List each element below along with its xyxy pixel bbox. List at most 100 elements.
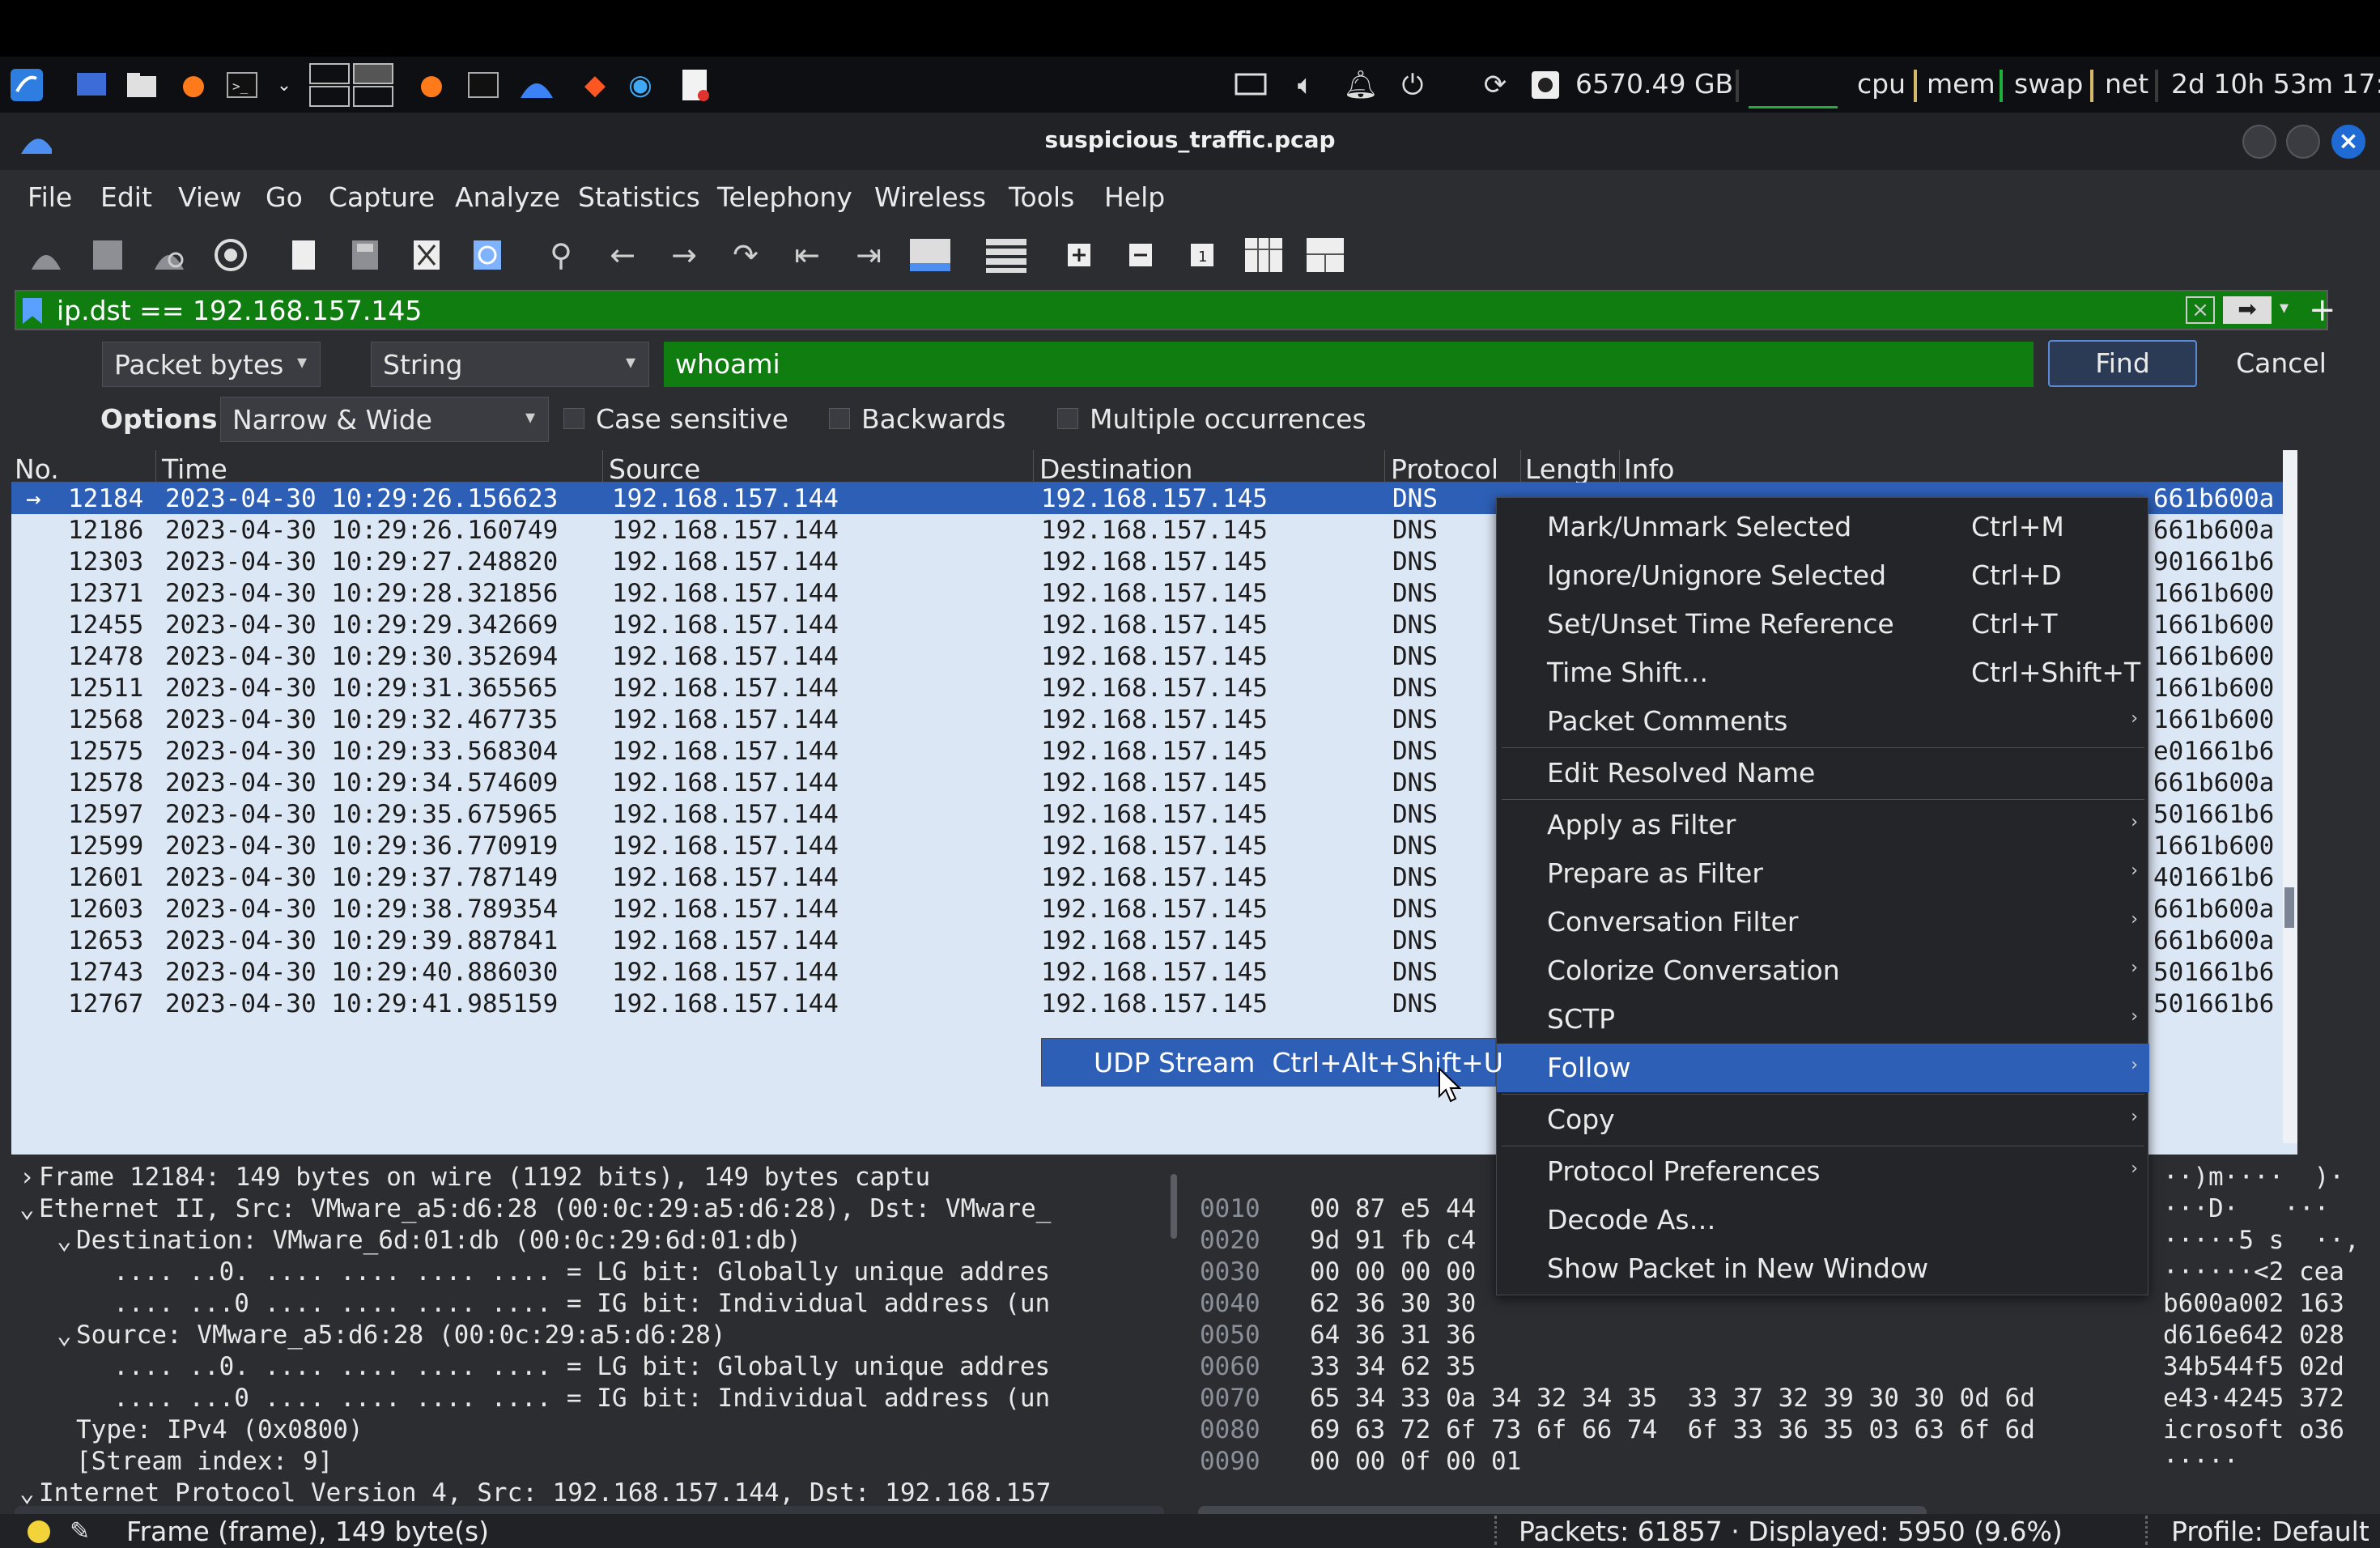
colorize-icon[interactable] xyxy=(983,232,1030,279)
byte-hex[interactable]: 33 34 62 35 xyxy=(1310,1352,1476,1384)
context-menu-item[interactable]: Show Packet in New Window xyxy=(1497,1244,2149,1293)
detail-tree-item[interactable]: .... ..0. .... .... .... .... = LG bit: … xyxy=(94,1352,1050,1384)
detail-tree-item[interactable]: ⌄ Destination: VMware_6d:01:db (00:0c:29:… xyxy=(57,1226,801,1257)
reload-file-icon[interactable] xyxy=(465,232,512,279)
menu-tools[interactable]: Tools xyxy=(1009,181,1074,213)
power-icon[interactable]: ⏻ xyxy=(1392,65,1433,105)
byte-ascii[interactable]: d616e642 028 xyxy=(2163,1320,2344,1352)
context-menu-item[interactable]: Copy › xyxy=(1497,1095,2149,1144)
byte-ascii[interactable]: ···D· ··· xyxy=(2163,1194,2329,1226)
zoom-in-icon[interactable] xyxy=(1056,232,1103,279)
byte-ascii[interactable]: 34b544f5 02d xyxy=(2163,1352,2344,1384)
context-menu-item[interactable]: Ignore/Unignore Selected Ctrl+D xyxy=(1497,551,2149,600)
chevron-down-icon[interactable]: ⌄ xyxy=(264,65,304,105)
menu-file[interactable]: File xyxy=(28,181,72,213)
scrollbar-thumb[interactable] xyxy=(2284,887,2294,928)
search-in-select[interactable]: Packet bytes ▾ xyxy=(102,342,321,387)
col-header-time[interactable]: Time xyxy=(162,453,227,485)
terminal-icon[interactable]: >_ xyxy=(222,65,262,105)
notification-bell-icon[interactable]: 🔔︎ xyxy=(1341,65,1381,105)
volume-icon[interactable]: 🔈︎ xyxy=(1286,65,1326,105)
detail-tree-item[interactable]: ⌄ Source: VMware_a5:d6:28 (00:0c:29:a5:d6… xyxy=(57,1320,726,1352)
bookmark-icon[interactable] xyxy=(23,298,42,324)
layout-icon[interactable] xyxy=(1302,232,1349,279)
clock[interactable]: 2d 10h 53m 17:25 xyxy=(2171,68,2380,100)
multiple-occurrences-checkbox[interactable] xyxy=(1057,408,1078,429)
context-menu-item[interactable]: Set/Unset Time Reference Ctrl+T xyxy=(1497,600,2149,649)
expert-info-icon[interactable] xyxy=(28,1520,50,1543)
file-manager-icon[interactable] xyxy=(121,65,162,105)
details-vertical-scrollbar[interactable] xyxy=(1171,1174,1177,1239)
stop-capture-icon[interactable] xyxy=(84,232,131,279)
context-menu-item[interactable]: Conversation Filter › xyxy=(1497,898,2149,946)
detail-tree-item[interactable]: ⌄ Ethernet II, Src: VMware_a5:d6:28 (00:0… xyxy=(19,1194,1051,1226)
column-divider[interactable] xyxy=(1033,450,1034,483)
find-button[interactable]: Find xyxy=(2048,340,2197,387)
expand-arrow-icon[interactable]: ⌄ xyxy=(57,1226,76,1255)
menu-help[interactable]: Help xyxy=(1104,181,1165,213)
context-menu-item[interactable]: Time Shift… Ctrl+Shift+T xyxy=(1497,649,2149,697)
context-menu-item[interactable]: Colorize Conversation › xyxy=(1497,946,2149,995)
save-file-icon[interactable] xyxy=(342,232,389,279)
menu-edit[interactable]: Edit xyxy=(100,181,152,213)
display-filter-bar[interactable]: ip.dst == 192.168.157.145 × ➡ ▾ xyxy=(15,290,2328,330)
context-menu-item[interactable]: Follow › xyxy=(1497,1044,2149,1092)
col-header-destination[interactable]: Destination xyxy=(1039,453,1192,485)
expand-arrow-icon[interactable]: › xyxy=(19,1163,39,1192)
context-menu-item[interactable]: Decode As… xyxy=(1497,1196,2149,1244)
status-divider[interactable] xyxy=(1494,1516,1497,1545)
byte-hex[interactable]: 62 36 30 30 xyxy=(1310,1289,1476,1320)
display-icon[interactable] xyxy=(1230,65,1271,105)
backwards-checkbox[interactable] xyxy=(829,408,850,429)
menu-analyze[interactable]: Analyze xyxy=(455,181,560,213)
detail-tree-item[interactable]: [Stream index: 9] xyxy=(57,1447,333,1478)
normal-size-icon[interactable]: 1 xyxy=(1179,232,1226,279)
packet-list-scrollbar[interactable] xyxy=(2283,450,2297,1143)
col-header-no[interactable]: No. xyxy=(15,453,59,485)
start-capture-icon[interactable] xyxy=(23,232,70,279)
byte-hex[interactable]: 00 87 e5 44 xyxy=(1310,1194,1476,1226)
firefox-window-icon[interactable]: ● xyxy=(411,65,452,105)
col-header-protocol[interactable]: Protocol xyxy=(1391,453,1498,485)
terminal-window-icon[interactable] xyxy=(463,65,504,105)
filter-history-icon[interactable]: ▾ xyxy=(2280,298,2289,318)
expand-arrow-icon[interactable]: ⌄ xyxy=(19,1194,39,1223)
byte-ascii[interactable]: ··)m···· )· xyxy=(2163,1163,2344,1194)
menu-telephony[interactable]: Telephony xyxy=(717,181,852,213)
restart-capture-icon[interactable] xyxy=(146,232,193,279)
column-divider[interactable] xyxy=(155,450,156,483)
detail-tree-item[interactable]: .... ..0. .... .... .... .... = LG bit: … xyxy=(94,1257,1050,1289)
menu-statistics[interactable]: Statistics xyxy=(578,181,700,213)
find-input[interactable]: whoami xyxy=(664,342,2034,387)
maximize-button[interactable] xyxy=(2286,125,2320,159)
detail-tree-item[interactable]: Type: IPv4 (0x0800) xyxy=(57,1415,363,1447)
byte-hex[interactable]: 9d 91 fb c4 xyxy=(1310,1226,1476,1257)
byte-hex[interactable]: 64 36 31 36 xyxy=(1310,1320,1476,1352)
status-divider[interactable] xyxy=(2145,1516,2148,1545)
char-width-select[interactable]: Narrow & Wide ▾ xyxy=(220,397,549,442)
col-header-length[interactable]: Length xyxy=(1525,453,1617,485)
context-menu-item[interactable]: Prepare as Filter › xyxy=(1497,849,2149,898)
show-desktop-icon[interactable] xyxy=(71,65,112,105)
firefox-icon[interactable]: ● xyxy=(173,65,214,105)
capture-options-icon[interactable] xyxy=(207,232,254,279)
workspace-switcher[interactable] xyxy=(308,63,397,107)
go-back-icon[interactable]: ← xyxy=(599,232,646,279)
byte-ascii[interactable]: ······<2 cea xyxy=(2163,1257,2344,1289)
expand-arrow-icon[interactable]: ⌄ xyxy=(57,1320,76,1350)
refresh-icon[interactable]: ⟳ xyxy=(1475,65,1515,105)
byte-hex[interactable]: 00 00 0f 00 01 xyxy=(1310,1447,1521,1478)
go-to-packet-icon[interactable]: ↷ xyxy=(722,232,769,279)
search-type-select[interactable]: String ▾ xyxy=(371,342,649,387)
menu-wireless[interactable]: Wireless xyxy=(874,181,986,213)
cancel-button[interactable]: Cancel xyxy=(2212,340,2351,387)
detail-tree-item[interactable]: .... ...0 .... .... .... .... = IG bit: … xyxy=(94,1289,1050,1320)
menu-capture[interactable]: Capture xyxy=(329,181,435,213)
detail-tree-item[interactable]: .... ...0 .... .... .... .... = IG bit: … xyxy=(94,1384,1050,1415)
resize-columns-icon[interactable] xyxy=(1240,232,1287,279)
autoscroll-icon[interactable] xyxy=(907,232,954,279)
minimize-button[interactable] xyxy=(2242,125,2276,159)
app-launcher-icon[interactable] xyxy=(6,65,47,105)
display-filter-input[interactable]: ip.dst == 192.168.157.145 xyxy=(57,295,422,326)
column-divider[interactable] xyxy=(1520,450,1521,483)
